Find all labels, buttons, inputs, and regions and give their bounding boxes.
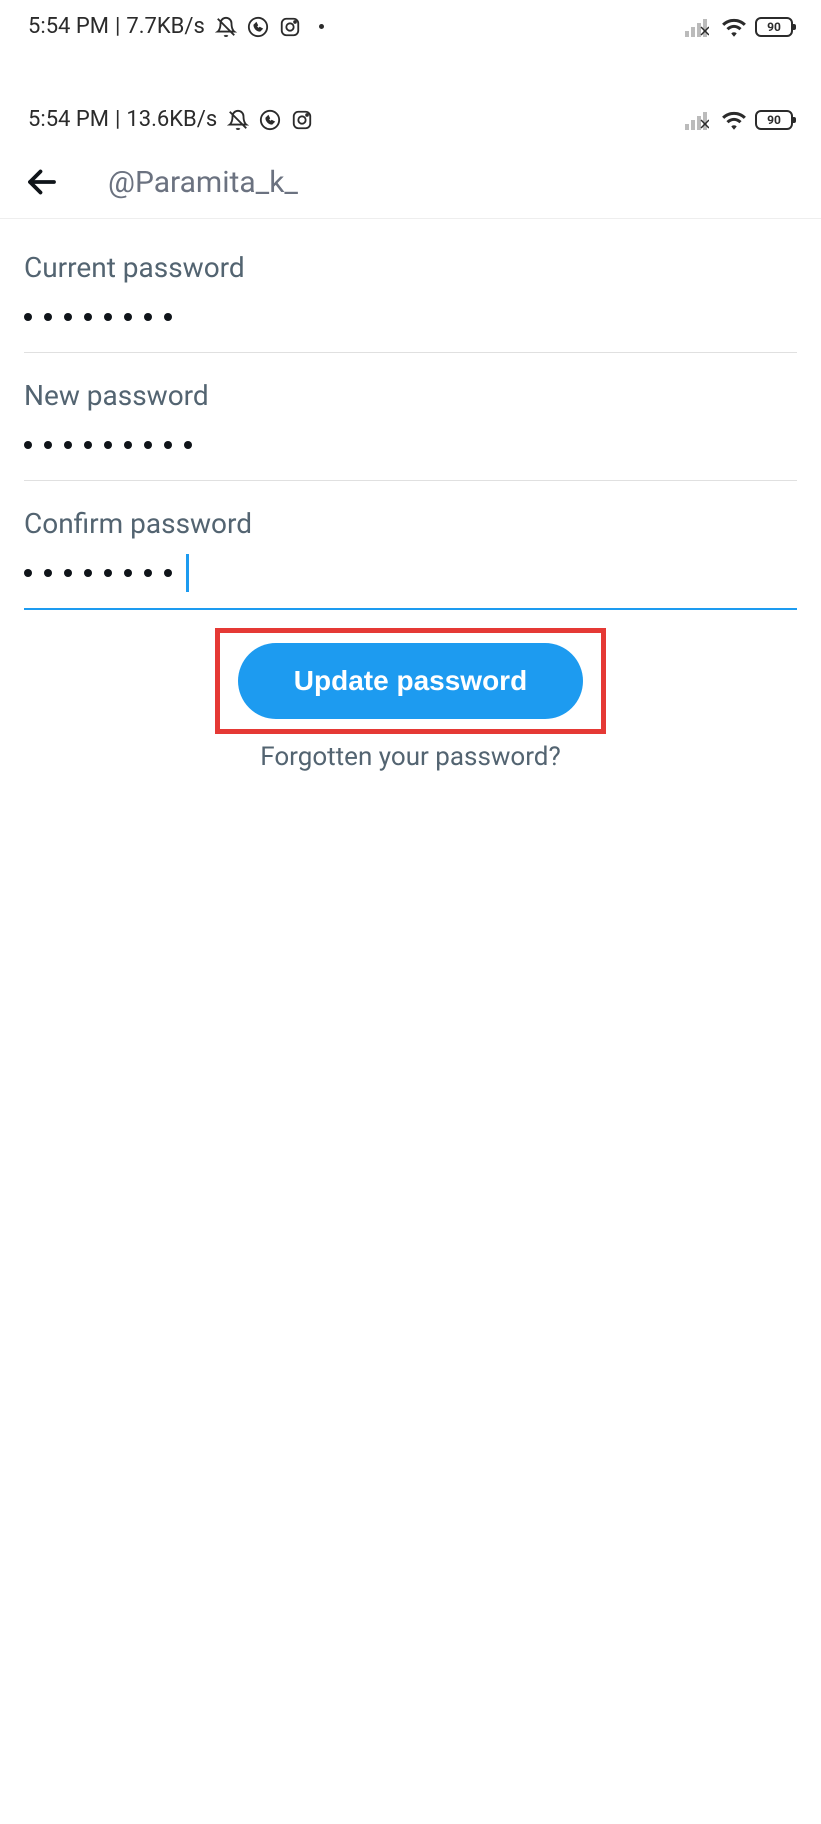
speed-text: 13.6KB/s [126,107,217,132]
status-right-outer: 90 [681,17,793,37]
wifi-icon [721,17,747,37]
new-password-input[interactable] [24,430,797,460]
arrow-left-icon [24,164,60,200]
bell-off-icon [227,109,249,131]
status-left-inner: 5:54 PM | 13.6KB/s [28,107,313,132]
status-bar-inner: 5:54 PM | 13.6KB/s 90 [0,93,821,146]
battery-level: 90 [767,113,781,127]
password-form: Current password New password Confirm pa… [0,225,821,610]
current-password-input[interactable] [24,302,797,332]
speed-text: 7.7KB/s [126,14,204,39]
instagram-icon [291,109,313,131]
button-container: Update password Forgotten your password? [0,628,821,772]
confirm-password-field[interactable]: Confirm password [24,481,797,610]
battery-icon: 90 [755,17,793,37]
whatsapp-icon [247,16,269,38]
battery-icon: 90 [755,110,793,130]
confirm-password-label: Confirm password [24,507,797,540]
whatsapp-icon [259,109,281,131]
current-password-field[interactable]: Current password [24,225,797,353]
update-password-button[interactable]: Update password [238,643,583,719]
new-password-label: New password [24,379,797,412]
divider: | [115,14,120,39]
status-left-outer: 5:54 PM | 7.7KB/s [28,14,324,39]
status-bar-outer: 5:54 PM | 7.7KB/s 90 [0,0,821,53]
dot-icon [319,24,324,29]
bell-off-icon [215,16,237,38]
signal-icon [685,110,709,130]
wifi-icon [721,110,747,130]
back-button[interactable] [24,164,60,200]
highlight-box: Update password [215,628,606,734]
current-password-label: Current password [24,251,797,284]
status-right-inner: 90 [681,110,793,130]
confirm-password-input[interactable] [24,558,797,588]
page-title-username: @Paramita_k_ [108,165,298,200]
text-cursor [186,554,189,592]
instagram-icon [279,16,301,38]
time-text: 5:54 PM [28,107,109,132]
signal-icon [685,17,709,37]
app-bar: @Paramita_k_ [0,146,821,219]
new-password-field[interactable]: New password [24,353,797,481]
battery-level: 90 [767,20,781,34]
time-text: 5:54 PM [28,14,109,39]
divider: | [115,107,120,132]
forgot-password-link[interactable]: Forgotten your password? [260,742,561,772]
